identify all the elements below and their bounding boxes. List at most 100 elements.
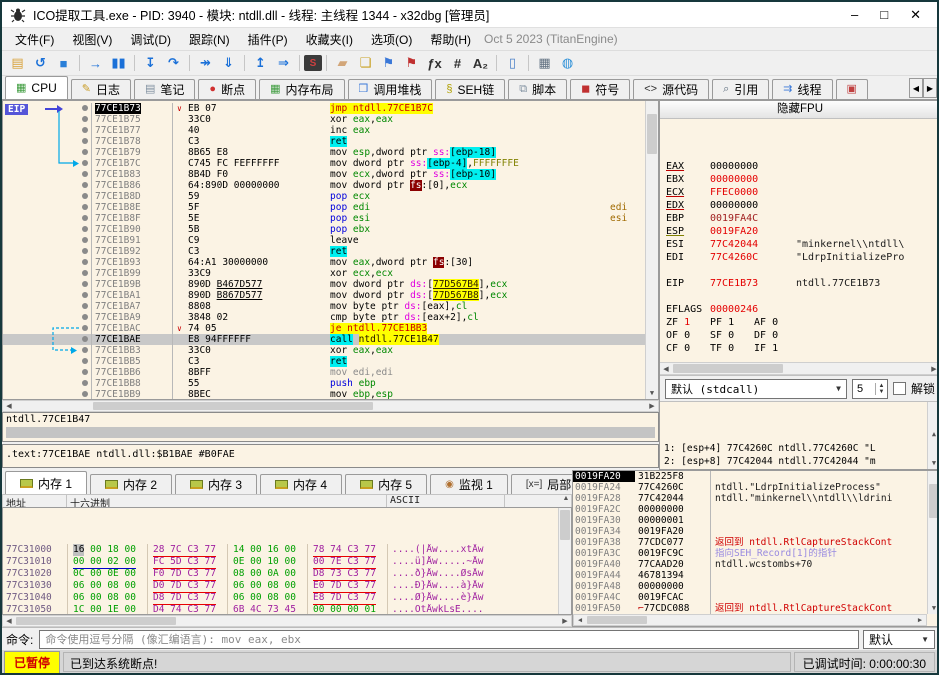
disasm-row[interactable]: 77CE1B93 64:A1 30000000 mov eax,dword ptr … [3, 257, 645, 268]
menu-item[interactable]: 插件(P) [239, 29, 297, 50]
disasm-row[interactable]: 77CE1B83 8B4D F0 mov ecx,dword ptr ss:[ebp… [3, 169, 645, 180]
breakpoint-dot[interactable] [82, 138, 88, 144]
stack-row[interactable]: 0019FA30 00000001 [573, 515, 927, 526]
notes-icon[interactable]: ▯ [501, 53, 524, 74]
spin-down-icon[interactable]: ▼ [876, 389, 887, 395]
dump-hscrollbar[interactable]: ◀ ▶ [2, 615, 572, 627]
tab-handles-icon[interactable]: ▣ [835, 79, 868, 99]
menu-item[interactable]: 视图(V) [63, 29, 121, 50]
label-icon[interactable]: ⚑ [377, 53, 400, 74]
hash-icon[interactable]: # [446, 53, 469, 74]
dump-row[interactable]: 77C31020 0C 00 0E 00 F0 7D C3 77 08 00 0A 0… [3, 568, 571, 581]
step-out-icon[interactable]: ↥ [249, 53, 272, 74]
breakpoint-dot[interactable] [82, 369, 88, 375]
dump-row[interactable]: 77C31040 06 00 08 00 D8 7D C3 77 06 00 08 0… [3, 592, 571, 605]
memory-dump[interactable]: 77C31000 16 00 18 00 28 7C C3 77 14 00 16 0… [2, 507, 572, 615]
disassembly-pane[interactable]: EIP 77CE1B73 ∨ EB 07 jmp ntdll.77CE1B7C 77CE… [2, 100, 659, 400]
stack-row[interactable]: 0019FA40 77CAAD20 ntdll.wcstombs+70 [573, 559, 927, 570]
register-row[interactable]: EIP 77CE1B73 ntdll.77CE1B73 [666, 277, 926, 290]
breakpoint-dot[interactable] [82, 215, 88, 221]
breakpoint-dot[interactable] [82, 160, 88, 166]
pause-icon[interactable]: ▮▮ [107, 53, 130, 74]
register-value[interactable]: 0019FA20 [710, 225, 796, 238]
breakpoint-dot[interactable] [82, 171, 88, 177]
flag-CF[interactable]: CF 0 [666, 342, 710, 355]
dump-vscrollbar[interactable] [558, 508, 571, 614]
registers-list[interactable]: ▲ ▼ EAX00000000EBX00000000ECXFFEC0000EDX… [660, 119, 937, 362]
step-into-icon[interactable]: ↧ [139, 53, 162, 74]
string-icon[interactable]: A₂ [469, 53, 492, 74]
hide-fpu-button[interactable]: 隐藏FPU [660, 101, 937, 119]
register-value[interactable]: 0019FA4C [710, 212, 796, 225]
breakpoint-dot[interactable] [82, 303, 88, 309]
register-value[interactable]: 77C42044 [710, 238, 796, 251]
menu-item[interactable]: 文件(F) [6, 29, 63, 50]
stack-pane[interactable]: 0019FA20 31B225F8 0019FA24 77C4260C ntdll."L… [572, 470, 937, 627]
breakpoint-gutter[interactable] [3, 191, 91, 202]
breakpoint-gutter[interactable] [3, 279, 91, 290]
disasm-row[interactable]: 77CE1B8F 5E pop esi esi [3, 213, 645, 224]
patch-icon[interactable]: ▰ [331, 53, 354, 74]
breakpoint-dot[interactable] [82, 237, 88, 243]
breakpoint-dot[interactable] [82, 380, 88, 386]
dump-tab-内存 1[interactable]: 内存 1 [5, 471, 88, 494]
tab-源代码[interactable]: <> 源代码 [633, 79, 710, 99]
animate-icon[interactable]: S [304, 55, 322, 71]
disasm-row[interactable]: 77CE1B8E 5F pop edi edi [3, 202, 645, 213]
tab-线程[interactable]: ⇉ 线程 [772, 79, 833, 99]
menu-item[interactable]: 收藏夹(I) [297, 29, 362, 50]
register-value[interactable]: 00000000 [710, 160, 796, 173]
stack-row[interactable]: 0019FA20 31B225F8 [573, 471, 927, 482]
disasm-row[interactable]: 77CE1BAE E8 94FFFFFF call ntdll.77CE1B47 [3, 334, 645, 345]
breakpoint-gutter[interactable] [3, 213, 91, 224]
breakpoint-dot[interactable] [82, 149, 88, 155]
disasm-row[interactable]: 77CE1BA1 890D B867D577 mov dword ptr ds:[7… [3, 290, 645, 301]
disasm-row[interactable]: 77CE1B90 5B pop ebx [3, 224, 645, 235]
breakpoint-gutter[interactable] [3, 290, 91, 301]
comment-icon[interactable]: ❏ [354, 53, 377, 74]
breakpoint-gutter[interactable] [3, 125, 91, 136]
flag-ZF[interactable]: ZF 1 [666, 316, 710, 329]
calling-convention-dropdown[interactable]: 默认 (stdcall) ▼ [665, 378, 847, 399]
register-value[interactable]: 00000000 [710, 173, 796, 186]
breakpoint-dot[interactable] [82, 204, 88, 210]
step-down-icon[interactable]: ⇓ [217, 53, 240, 74]
breakpoint-dot[interactable] [82, 259, 88, 265]
breakpoint-gutter[interactable] [3, 114, 91, 125]
breakpoint-gutter[interactable] [3, 202, 91, 213]
disasm-row[interactable]: 77CE1B73 ∨ EB 07 jmp ntdll.77CE1B7C [3, 103, 645, 114]
breakpoint-dot[interactable] [82, 116, 88, 122]
breakpoint-gutter[interactable] [3, 224, 91, 235]
menu-item[interactable]: 帮助(H) [421, 29, 480, 50]
run-to-user-code-icon[interactable]: ⇒ [272, 53, 295, 74]
breakpoint-dot[interactable] [82, 226, 88, 232]
register-row[interactable]: EBX 00000000 [666, 173, 926, 186]
open-file-icon[interactable]: ▤ [6, 53, 29, 74]
register-value[interactable]: 00000246 [710, 303, 796, 316]
breakpoint-dot[interactable] [82, 292, 88, 298]
registers-hscrollbar[interactable]: ◀ ▶ [660, 362, 937, 375]
restart-icon[interactable]: ↺ [29, 53, 52, 74]
command-profile-dropdown[interactable]: 默认 ▼ [863, 629, 935, 649]
disasm-row[interactable]: 77CE1B7C C745 FC FEFFFFFF mov dword ptr ss… [3, 158, 645, 169]
breakpoint-dot[interactable] [82, 281, 88, 287]
disasm-row[interactable]: 77CE1BAC ∨ 74 05 je ntdll.77CE1BB3 [3, 323, 645, 334]
stack-row[interactable]: 0019FA50 ⌐77CDC088 返回到 ntdll.RtlCaptureSta… [573, 603, 927, 614]
breakpoint-dot[interactable] [82, 105, 88, 111]
stack-vscrollbar[interactable]: ▲ ▼ [927, 471, 937, 614]
breakpoint-dot[interactable] [82, 270, 88, 276]
dump-tab-内存 3[interactable]: 内存 3 [175, 474, 258, 494]
disasm-row[interactable]: 77CE1B99 33C9 xor ecx,ecx [3, 268, 645, 279]
stack-row[interactable]: 0019FA38 77CDC077 返回到 ntdll.RtlCaptureStac… [573, 537, 927, 548]
dump-tab-监视 1[interactable]: ◉ 监视 1 [430, 474, 508, 494]
stack-row[interactable]: 0019FA34 0019FA20 [573, 526, 927, 537]
register-row[interactable]: EDX 00000000 [666, 199, 926, 212]
breakpoint-gutter[interactable] [3, 378, 91, 389]
disasm-row[interactable]: 77CE1B79 8B65 E8 mov esp,dword ptr ss:[ebp… [3, 147, 645, 158]
tab-脚本[interactable]: ⧉ 脚本 [508, 79, 568, 99]
stack-row[interactable]: 0019FA28 77C42044 ntdll."minkernel\\ntdll\… [573, 493, 927, 504]
disasm-row[interactable]: 77CE1B91 C9 leave [3, 235, 645, 246]
maximize-button[interactable]: □ [880, 7, 888, 23]
flag-AF[interactable]: AF 0 [754, 316, 798, 329]
dump-row[interactable]: 77C31030 06 00 08 00 D0 7D C3 77 06 00 08 0… [3, 580, 571, 593]
